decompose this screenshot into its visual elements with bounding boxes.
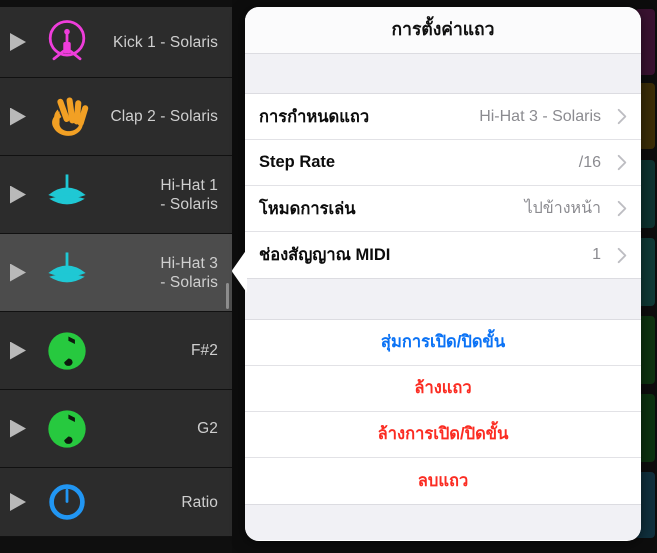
setting-value: /16 (578, 153, 601, 171)
play-icon[interactable] (10, 263, 26, 282)
setting-row-step-rate[interactable]: Step Rate/16 (245, 140, 641, 186)
kick-drum-icon (38, 13, 96, 71)
section-gap-top (245, 53, 641, 94)
popover-title: การตั้งค่าแถว (391, 19, 495, 40)
setting-label: โหมดการเล่น (259, 199, 356, 218)
track-row[interactable]: F#2 (0, 312, 232, 390)
action-label: สุ่มการเปิด/ปิดขั้น (380, 333, 506, 352)
track-row[interactable]: Clap 2 - Solaris (0, 78, 232, 156)
setting-value: 1 (592, 246, 601, 263)
track-label: Hi-Hat 3 - Solaris (160, 254, 218, 291)
action-label: ลบแถว (417, 471, 469, 490)
track-label: G2 (197, 420, 218, 437)
setting-row-row-assignment[interactable]: การกำหนดแถว Hi-Hat 3 - Solaris (245, 94, 641, 140)
play-icon[interactable] (10, 33, 26, 51)
track-label: Kick 1 - Solaris (113, 33, 218, 51)
hi-hat-icon (38, 244, 96, 302)
popover-pointer-arrow (232, 249, 247, 293)
setting-value: ไปข้างหน้า (524, 200, 601, 217)
play-icon[interactable] (10, 185, 26, 204)
track-label: F#2 (190, 342, 218, 359)
chevron-right-icon (611, 200, 633, 217)
action-label: ล้างการเปิด/ปิดขั้น (377, 425, 509, 444)
popover-header: การตั้งค่าแถว (245, 7, 641, 53)
track-row[interactable]: Ratio (0, 468, 232, 537)
knob-icon (38, 473, 96, 531)
clap-hand-icon (38, 88, 96, 146)
setting-label: ช่องสัญญาณ MIDI (259, 246, 391, 264)
play-icon[interactable] (10, 107, 26, 126)
track-label: Clap 2 - Solaris (110, 108, 218, 125)
action-button-delete-row[interactable]: ลบแถว (245, 458, 641, 504)
chevron-right-icon (611, 154, 633, 171)
track-row[interactable]: Hi-Hat 1 - Solaris (0, 156, 232, 234)
action-button-randomize-steps[interactable]: สุ่มการเปิด/ปิดขั้น (245, 320, 641, 366)
row-settings-popover: การตั้งค่าแถว การกำหนดแถว Hi-Hat 3 - Sola… (245, 7, 641, 541)
chevron-right-icon (611, 108, 633, 125)
note-icon (38, 400, 96, 458)
track-label: Ratio (181, 493, 218, 511)
action-label: ล้างแถว (414, 379, 472, 398)
hi-hat-icon (38, 166, 96, 224)
app-screen: Kick 1 - Solaris Clap 2 - Solaris Hi-Hat 1… (0, 0, 657, 553)
settings-list: การกำหนดแถว Hi-Hat 3 - Solaris Step Rate/1… (245, 94, 641, 278)
track-row[interactable]: Hi-Hat 3 - Solaris (0, 234, 232, 312)
note-icon (38, 322, 96, 380)
setting-row-midi-channel[interactable]: ช่องสัญญาณ MIDI 1 (245, 232, 641, 278)
actions-list: สุ่มการเปิด/ปิดขั้นล้างแถวล้างการเปิด/ปิ… (245, 320, 641, 504)
track-label: Hi-Hat 1 - Solaris (160, 176, 218, 213)
play-icon[interactable] (10, 341, 26, 360)
play-icon[interactable] (10, 419, 26, 438)
chevron-right-icon (611, 247, 633, 264)
scroll-indicator[interactable] (226, 283, 229, 309)
popover-footer (245, 504, 641, 540)
action-button-clear-row[interactable]: ล้างแถว (245, 366, 641, 412)
track-list: Kick 1 - Solaris Clap 2 - Solaris Hi-Hat 1… (0, 0, 232, 553)
track-row[interactable]: Kick 1 - Solaris (0, 7, 232, 78)
setting-value: Hi-Hat 3 - Solaris (479, 107, 601, 125)
play-icon[interactable] (10, 493, 26, 511)
setting-row-play-mode[interactable]: โหมดการเล่น ไปข้างหน้า (245, 186, 641, 232)
setting-label: Step Rate (259, 153, 336, 171)
track-row[interactable]: G2 (0, 390, 232, 468)
action-button-clear-steps[interactable]: ล้างการเปิด/ปิดขั้น (245, 412, 641, 458)
setting-label: การกำหนดแถว (259, 107, 370, 126)
section-gap-middle (245, 278, 641, 320)
